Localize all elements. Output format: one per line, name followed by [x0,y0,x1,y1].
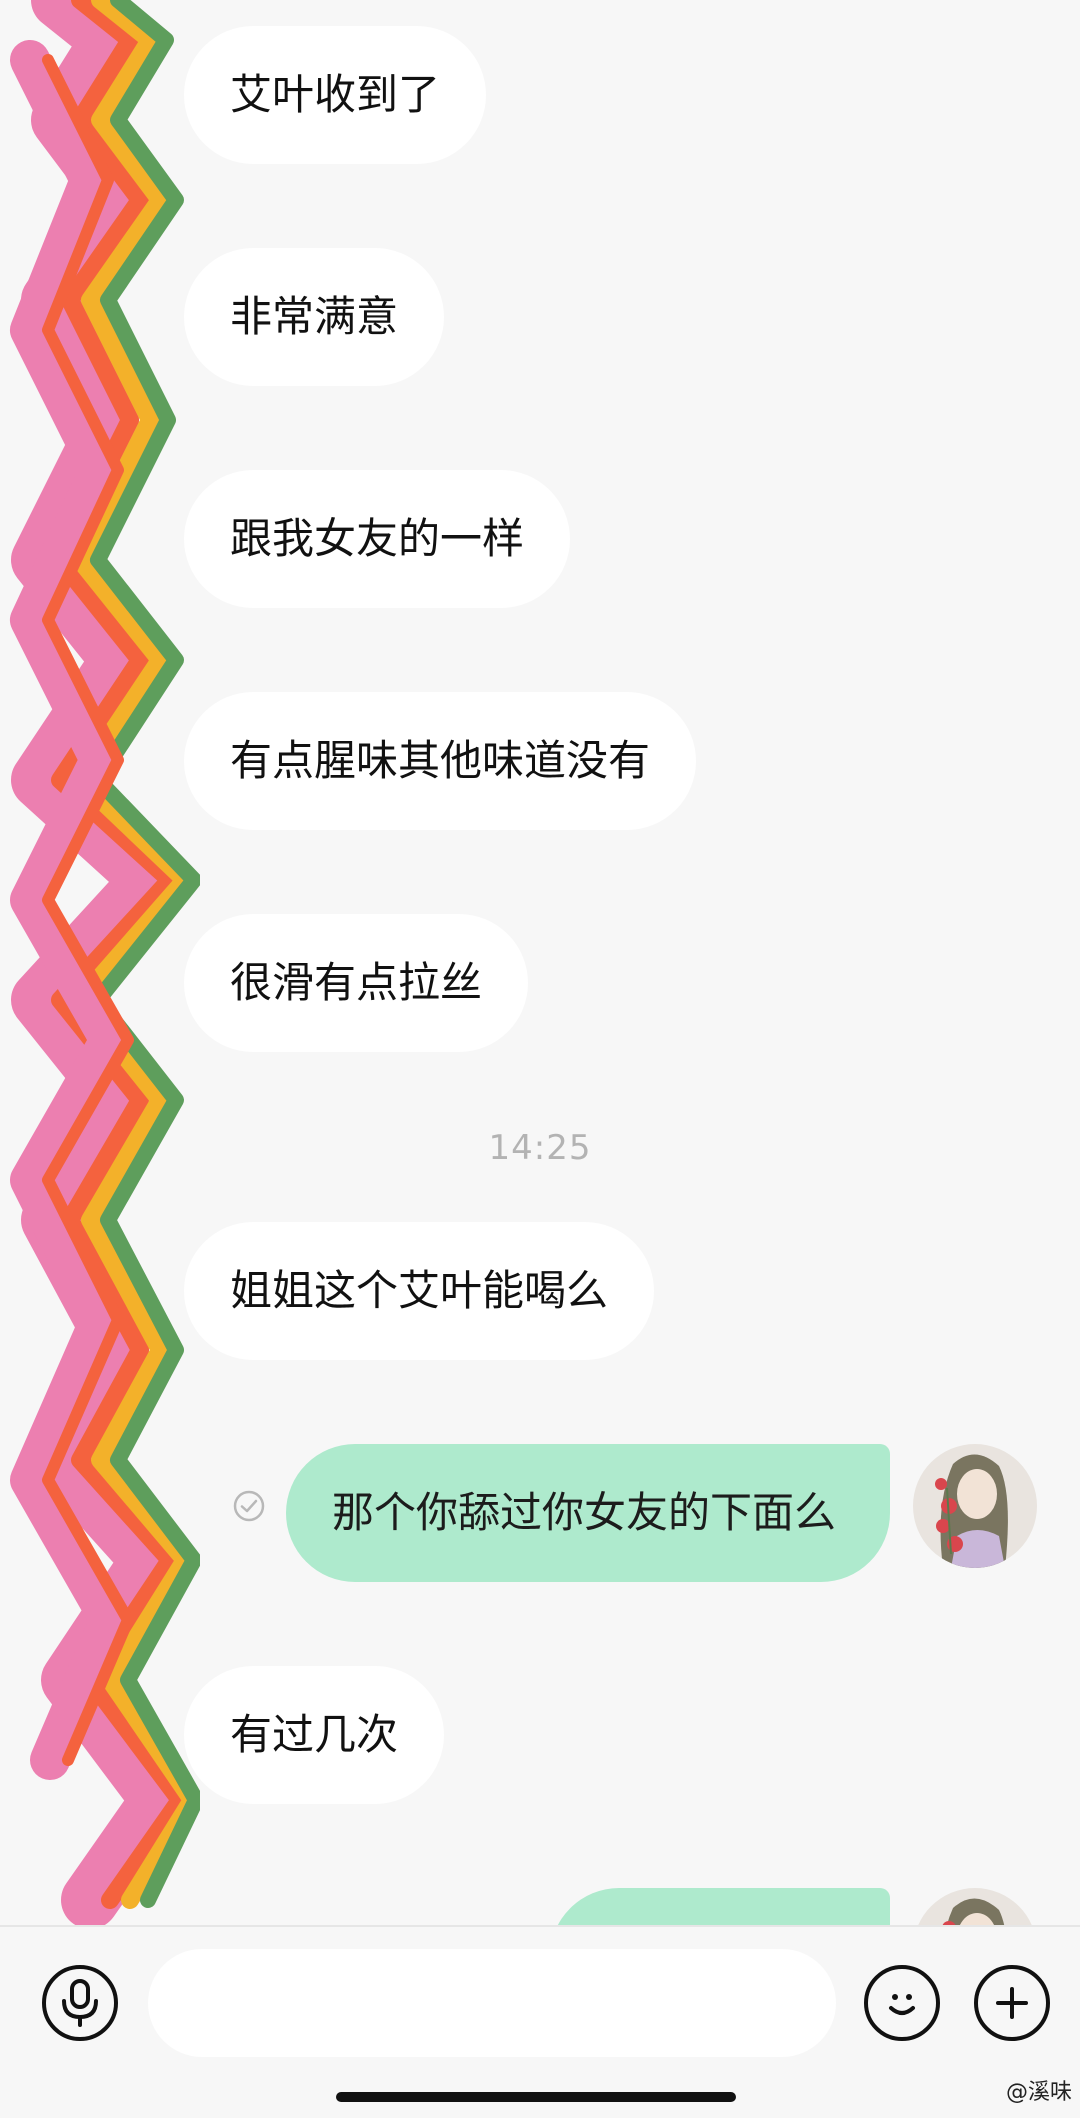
plus-button[interactable] [974,1965,1050,2041]
message-text: 非常满意 [230,292,399,341]
message-text: 有过几次 [230,1710,399,1759]
home-indicator[interactable] [336,2092,736,2102]
message-text: 那个你舔过你女友的下面么 [332,1488,837,1537]
incoming-message[interactable]: 姐姐这个艾叶能喝么 [184,1222,655,1360]
avatar-image [913,1888,1037,1925]
incoming-message[interactable]: 有过几次 [184,1666,445,1804]
incoming-message[interactable]: 有点腥味其他味道没有 [184,692,697,830]
check-circle-icon [233,1490,265,1522]
redaction-scribble [10,0,200,1929]
input-bar: @溪味 [0,1925,1080,2118]
incoming-message[interactable]: 很滑有点拉丝 [184,914,529,1052]
plus-icon [996,1987,1028,2019]
message-text: 姐姐这个艾叶能喝么 [230,1266,609,1315]
message-input[interactable] [148,1949,836,2057]
voice-button[interactable] [42,1965,118,2041]
avatar-image [913,1444,1037,1568]
incoming-message[interactable]: 艾叶收到了 [184,26,487,164]
avatar[interactable] [913,1444,1037,1568]
smiley-icon [889,1994,915,2015]
message-text: 很滑有点拉丝 [230,958,483,1007]
message-text: 有点腥味其他味道没有 [230,736,651,785]
outgoing-message[interactable]: 那个你舔过你女友的下面么 [286,1444,890,1582]
outgoing-message[interactable] [550,1888,890,1925]
incoming-message[interactable]: 跟我女友的一样 [184,470,571,608]
chat-screen: 艾叶收到了 非常满意 跟我女友的一样 有点腥味其他味道没有 很滑有点拉丝 14:… [0,0,1080,2118]
message-text: 跟我女友的一样 [230,514,525,563]
incoming-message[interactable]: 非常满意 [184,248,445,386]
microphone-icon [62,1979,98,2027]
emoji-button[interactable] [864,1965,940,2041]
message-text: 艾叶收到了 [230,70,441,119]
avatar[interactable] [913,1888,1037,1925]
watermark: @溪味 [1005,2080,1072,2105]
